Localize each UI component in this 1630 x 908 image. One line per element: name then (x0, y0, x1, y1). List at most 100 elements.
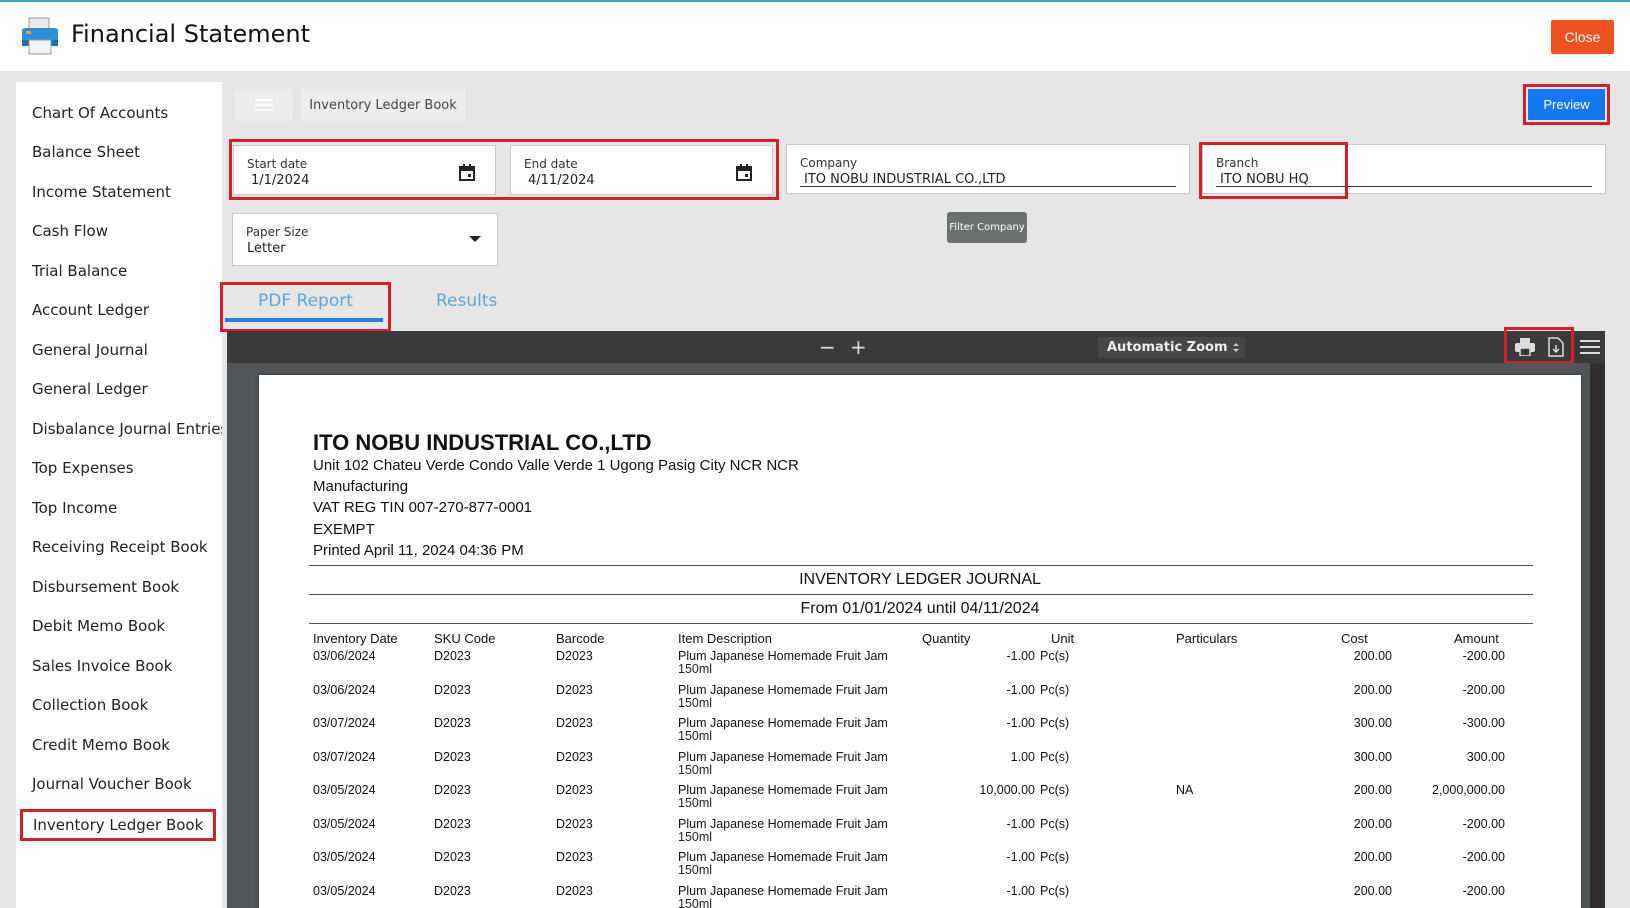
cell-inventory-date: 03/07/2024 (313, 749, 376, 764)
scrollbar[interactable] (1590, 363, 1605, 908)
col-header-quantity: Quantity (922, 631, 971, 646)
sidebar-item-disbalance-journal-entries[interactable]: Disbalance Journal Entries (32, 420, 228, 438)
cell-cost: 200.00 (1353, 783, 1392, 797)
table-row: 03/07/2024 D2023 D2023 Plum Japanese Homema… (259, 716, 1581, 749)
app-header: Financial Statement Close (0, 0, 1630, 71)
zoom-in-button[interactable]: + (850, 335, 867, 359)
cell-sku-code: D2023 (434, 682, 471, 697)
cell-unit: Pc(s) (1040, 816, 1070, 831)
cell-item-description: Plum Japanese Homemade Fruit Jam (678, 850, 888, 864)
pdf-page: ITO NOBU INDUSTRIAL CO.,LTD Unit 102 Cha… (259, 375, 1581, 908)
cell-unit: Pc(s) (1040, 749, 1070, 764)
cell-item-description-line2: 150ml (678, 729, 713, 743)
cell-inventory-date: 03/06/2024 (313, 682, 376, 697)
cell-barcode: D2023 (556, 850, 593, 864)
tools-menu-icon[interactable] (1580, 339, 1600, 355)
cell-quantity: -1.00 (1006, 883, 1036, 898)
cell-unit: Pc(s) (1040, 883, 1070, 898)
cell-amount: 300.00 (1466, 749, 1505, 764)
zoom-select[interactable]: Automatic Zoom (1098, 337, 1245, 358)
company-value: ITO NOBU INDUSTRIAL CO.,LTD (804, 172, 1006, 187)
report-date-range: From 01/01/2024 until 04/11/2024 (800, 600, 1040, 617)
sidebar-item-trial-balance[interactable]: Trial Balance (32, 262, 127, 280)
cell-item-description-line2: 150ml (678, 662, 713, 676)
sidebar-item-income-statement[interactable]: Income Statement (32, 183, 171, 201)
cell-amount: -200.00 (1462, 649, 1505, 663)
tab-results[interactable]: Results (436, 291, 497, 311)
report-tin: VAT REG TIN 007-270-877-0001 (313, 499, 533, 516)
cell-quantity: 1.00 (1010, 749, 1035, 764)
cell-quantity: -1.00 (1006, 716, 1036, 730)
cell-barcode: D2023 (556, 783, 593, 797)
cell-item-description-line2: 150ml (678, 796, 713, 810)
cell-barcode: D2023 (556, 883, 593, 898)
cell-quantity: -1.00 (1006, 850, 1036, 864)
cell-barcode: D2023 (556, 716, 593, 730)
cell-sku-code: D2023 (434, 783, 471, 797)
col-header-cost: Cost (1341, 631, 1368, 646)
cell-cost: 200.00 (1353, 883, 1392, 898)
menu-toggle-button[interactable] (234, 89, 293, 121)
report-title: INVENTORY LEDGER JOURNAL (799, 571, 1041, 588)
cell-inventory-date: 03/05/2024 (313, 850, 376, 864)
cell-amount: -200.00 (1462, 682, 1505, 697)
cell-barcode: D2023 (556, 682, 593, 697)
cell-item-description-line2: 150ml (678, 829, 713, 844)
sidebar-item-disbursement-book[interactable]: Disbursement Book (32, 578, 179, 596)
cell-unit: Pc(s) (1040, 716, 1070, 730)
cell-amount: 2,000,000.00 (1432, 783, 1505, 797)
sidebar-item-top-expenses[interactable]: Top Expenses (32, 459, 134, 477)
sidebar-item-balance-sheet[interactable]: Balance Sheet (32, 143, 140, 161)
branch-highlight (1199, 142, 1348, 199)
table-row: 03/05/2024 D2023 D2023 Plum Japanese Homema… (259, 850, 1581, 883)
table-row: 03/06/2024 D2023 D2023 Plum Japanese Homema… (259, 683, 1581, 716)
col-header-barcode: Barcode (556, 631, 605, 646)
sidebar-item-journal-voucher-book[interactable]: Journal Voucher Book (32, 775, 192, 793)
cell-item-description: Plum Japanese Homemade Fruit Jam (678, 716, 888, 730)
sidebar-item-sales-invoice-book[interactable]: Sales Invoice Book (32, 657, 172, 675)
sidebar-item-collection-book[interactable]: Collection Book (32, 696, 148, 714)
cell-sku-code: D2023 (434, 649, 471, 663)
company-field[interactable]: Company ITO NOBU INDUSTRIAL CO.,LTD (786, 144, 1190, 194)
cell-unit: Pc(s) (1040, 850, 1070, 864)
cell-amount: -200.00 (1462, 883, 1505, 898)
sidebar-item-receiving-receipt-book[interactable]: Receiving Receipt Book (32, 538, 208, 556)
hamburger-icon (254, 99, 273, 111)
divider (309, 623, 1533, 624)
cell-item-description-line2: 150ml (678, 695, 713, 710)
zoom-select-value: Automatic Zoom (1107, 340, 1228, 355)
sidebar-item-account-ledger[interactable]: Account Ledger (32, 301, 149, 319)
sidebar-item-chart-of-accounts[interactable]: Chart Of Accounts (32, 104, 168, 122)
cell-unit: Pc(s) (1040, 682, 1070, 697)
cell-amount: -200.00 (1462, 816, 1505, 831)
sidebar-item-cash-flow[interactable]: Cash Flow (32, 222, 108, 240)
cell-particulars: NA (1176, 783, 1194, 797)
sidebar-item-general-journal[interactable]: General Journal (32, 341, 148, 359)
cell-sku-code: D2023 (434, 850, 471, 864)
paper-size-select[interactable]: Paper Size Letter (232, 213, 498, 266)
cell-item-description: Plum Japanese Homemade Fruit Jam (678, 649, 888, 663)
cell-amount: -200.00 (1462, 850, 1505, 864)
cell-item-description-line2: 150ml (678, 762, 713, 777)
cell-cost: 200.00 (1353, 682, 1392, 697)
cell-cost: 300.00 (1353, 749, 1392, 764)
cell-barcode: D2023 (556, 816, 593, 831)
col-header-inventory-date: Inventory Date (313, 631, 398, 646)
cell-sku-code: D2023 (434, 883, 471, 898)
filter-company-button[interactable]: Filter Company (947, 212, 1027, 243)
sidebar-item-general-ledger[interactable]: General Ledger (32, 380, 148, 398)
zoom-out-button[interactable]: − (819, 335, 836, 359)
pdf-tab-highlight (220, 282, 391, 332)
cell-quantity: -1.00 (1006, 682, 1036, 697)
print-download-highlight (1504, 327, 1574, 364)
sidebar-item-top-income[interactable]: Top Income (32, 499, 117, 517)
sidebar-item-inventory-ledger-book[interactable]: Inventory Ledger Book (20, 809, 217, 841)
cell-unit: Pc(s) (1040, 783, 1070, 797)
close-button[interactable]: Close (1551, 20, 1614, 54)
pdf-viewer[interactable]: ITO NOBU INDUSTRIAL CO.,LTD Unit 102 Cha… (227, 363, 1605, 908)
cell-item-description: Plum Japanese Homemade Fruit Jam (678, 816, 888, 831)
breadcrumb: Inventory Ledger Book (301, 89, 465, 121)
sidebar-item-credit-memo-book[interactable]: Credit Memo Book (32, 736, 170, 754)
preview-button[interactable]: Preview (1528, 89, 1605, 120)
sidebar-item-debit-memo-book[interactable]: Debit Memo Book (32, 617, 165, 635)
